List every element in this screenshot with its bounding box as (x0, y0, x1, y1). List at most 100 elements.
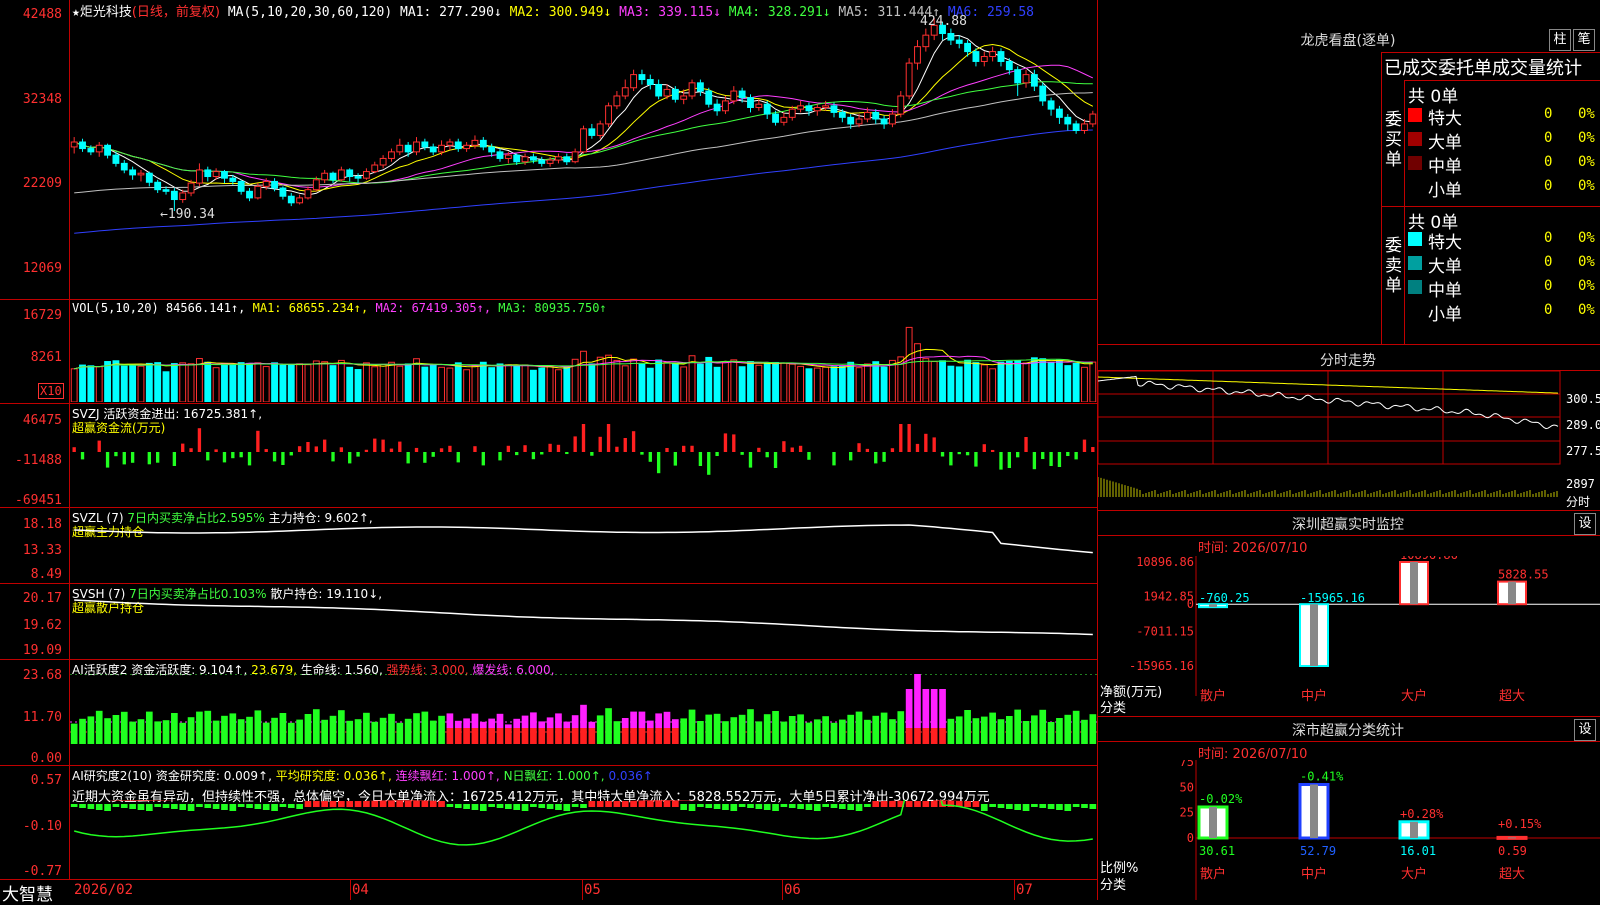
svzl-axis-label: 8.49 (30, 567, 62, 582)
activity-bar (1031, 715, 1038, 744)
classify-axis-label: 25 (1180, 806, 1194, 820)
activity-bar (95, 710, 103, 744)
flow-bar (364, 449, 369, 452)
flow-bar (122, 452, 126, 465)
research-bar (145, 804, 153, 811)
sell-row: 小单 0 0% (1408, 300, 1600, 325)
flow-bar (297, 446, 302, 452)
ratio-bar-shade (1508, 837, 1516, 839)
volume-bar (1056, 359, 1063, 402)
activity-bar (312, 709, 320, 744)
candle-body (646, 79, 654, 85)
volume-bar (287, 364, 295, 402)
activity-bar (429, 720, 437, 744)
research-bar (989, 804, 996, 807)
activity-bar (1081, 719, 1088, 744)
volume-bar (813, 367, 821, 402)
activity-bar (79, 718, 86, 744)
classify-settings-button[interactable]: 设 (1574, 719, 1596, 741)
classify-axis-label: 50 (1180, 780, 1194, 794)
monitor-settings-button[interactable]: 设 (1574, 513, 1596, 535)
net-amount-chart[interactable]: 10896.861942.850-7011.15-15965.16-760.25… (1098, 556, 1600, 706)
activity-bar (262, 722, 270, 744)
volume-bar (413, 358, 420, 402)
flow-bar (515, 452, 519, 456)
activity-bar (346, 720, 354, 744)
buy-row: 特大 0 0% (1408, 104, 1600, 129)
flow-bar (398, 441, 402, 452)
bar-view-button[interactable]: 柱 (1549, 29, 1571, 51)
activity-bar (388, 713, 395, 744)
research-bar (304, 801, 312, 807)
volume-bar (246, 362, 253, 402)
fund-flow-chart[interactable] (70, 420, 1097, 504)
date-tick: 06 (784, 882, 801, 898)
ratio-chart[interactable]: 75 50 25 0 -0.02% 30.61 散户 -0.41% 52.79 中户 +0.28% 1… (1098, 760, 1600, 900)
candle-body (262, 180, 270, 187)
flow-bar (874, 452, 878, 464)
research-bar (246, 804, 253, 808)
intraday-chart[interactable] (1098, 371, 1568, 509)
flow-bar (272, 452, 277, 462)
buy-value: 0 (1544, 178, 1553, 194)
svsh-axis-label: 20.17 (22, 591, 62, 606)
candle-body (980, 56, 988, 62)
research-bar (388, 801, 395, 807)
research-bar (613, 801, 621, 807)
flow-bar (757, 447, 761, 452)
candlestick-chart[interactable] (70, 18, 1097, 298)
ratio-bar-shade (1410, 821, 1418, 838)
date-tick-line (1014, 880, 1015, 900)
volume-bar (747, 361, 754, 402)
volume-bar (1089, 361, 1097, 402)
monitor-category-label: 大户 (1401, 688, 1427, 704)
research-bar (838, 804, 846, 809)
ai-activity-chart[interactable] (70, 674, 1097, 764)
flow-bar (114, 452, 118, 457)
volume-bar (1081, 366, 1088, 402)
main-holding-chart[interactable] (70, 520, 1097, 582)
activity-bar (488, 718, 495, 728)
volume-bar (755, 364, 763, 402)
retail-holding-chart[interactable] (70, 596, 1097, 658)
candle-body (145, 172, 153, 183)
volume-bar (847, 361, 855, 402)
ai-research-chart[interactable] (70, 800, 1097, 878)
volume-chart[interactable] (70, 316, 1097, 402)
volume-bar (496, 363, 504, 402)
flow-bar (1091, 447, 1095, 452)
research-bar (772, 804, 779, 811)
intraday-axis-label: 277.5 (1566, 444, 1600, 458)
flow-bar (339, 447, 344, 452)
divider (1098, 716, 1600, 717)
activity-bar (955, 716, 963, 744)
flow-bar (373, 438, 377, 452)
flow-bar (782, 441, 786, 452)
volume-bar (346, 366, 354, 402)
activity-bar (546, 717, 554, 728)
research-bar (555, 804, 562, 810)
divider (1404, 80, 1600, 81)
candle-body (229, 177, 237, 182)
research-bar (196, 804, 203, 807)
lhb-tab-label[interactable]: 已成交委托单成交量统计 (1384, 54, 1582, 80)
flow-bar (1066, 452, 1070, 457)
activity-bar (997, 719, 1005, 744)
volume-bar (563, 365, 571, 402)
research-bar (1014, 804, 1022, 810)
tick-view-button[interactable]: 笔 (1573, 29, 1595, 51)
activity-bar (287, 722, 295, 744)
flow-bar (206, 452, 210, 461)
classify-category-label: 大户 (1401, 866, 1427, 882)
research-bar (638, 801, 646, 807)
flow-bar (1082, 439, 1087, 452)
main-chart-area[interactable]: ★炬光科技(日线，前复权) MA(5,10,20,30,60,120) MA1:… (0, 0, 1098, 905)
candle-body (613, 95, 621, 107)
ratio-change-label: +0.28% (1400, 807, 1444, 821)
sell-color-swatch (1408, 304, 1422, 318)
activity-bar (738, 714, 746, 744)
volume-bar (1047, 361, 1055, 402)
candle-body (580, 128, 587, 153)
volume-bar (947, 365, 955, 402)
activity-bar (521, 715, 529, 728)
